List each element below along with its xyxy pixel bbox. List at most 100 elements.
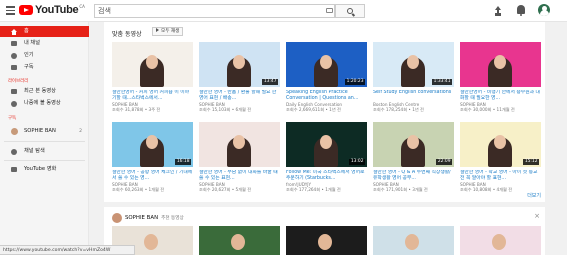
video-thumbnail[interactable]: 13:02: [286, 122, 367, 167]
play-all-label: 모두 재생: [161, 29, 180, 34]
video-meta: 조회수 30,000회 • 11개월 전: [460, 107, 515, 112]
thumbnail-face: [318, 234, 332, 250]
channel-section-subtitle: 추천 동영상: [161, 216, 184, 221]
play-icon: [156, 28, 159, 32]
search-button[interactable]: [335, 4, 365, 18]
section-title: 맞춤 동영상: [112, 31, 142, 38]
video-title[interactable]: Self Study English conversations: [373, 90, 454, 101]
video-thumbnail[interactable]: 16:18: [112, 122, 193, 167]
video-meta: 조회수 10,808회 • 4개월 전: [460, 187, 513, 192]
video-thumbnail[interactable]: 22:09: [373, 122, 454, 167]
video-duration: 13:02: [349, 159, 365, 165]
video-thumbnail[interactable]: [460, 226, 541, 255]
sidebar-item-watch-later[interactable]: 나중에 볼 동영상: [0, 98, 89, 109]
video-card[interactable]: 설만한영어 - 비행기 안에서 승무원과 대화할 때 필요한 영... SOPHI…: [460, 42, 541, 114]
more-link[interactable]: 더보기: [527, 192, 541, 199]
logo-text: YouTube: [35, 4, 79, 16]
video-title[interactable]: 설만한영어 - 커피 영어 커피숍 이 이야기할 때...스타벅스에서...: [112, 90, 193, 101]
video-title[interactable]: 설만한 영어 - 부담 없이 대화를 바꿀 때 쓸 수 있는 표현...: [199, 170, 280, 181]
keyboard-icon[interactable]: [326, 8, 333, 13]
video-title[interactable]: 설만한 영어 - 공항 영어 체크인 / 기내에서 쓸 수 있는 영...: [112, 170, 193, 181]
play-all-button[interactable]: 모두 재생: [152, 27, 184, 36]
browse-channels-icon: [11, 149, 17, 155]
thumbnail-face: [494, 135, 506, 149]
channel-avatar[interactable]: [112, 213, 122, 223]
video-title[interactable]: 설만한 영어 - Q & A 두번째 직장생활/유학생활 영어 공부...: [373, 170, 454, 181]
sidebar-item-movies[interactable]: YouTube 영화: [0, 164, 89, 175]
sidebar-section-library: 라이브러리: [8, 79, 29, 84]
video-card[interactable]: 16:18 설만한 영어 - 공항 영어 체크인 / 기내에서 쓸 수 있는 영.…: [112, 122, 193, 194]
channel-section: SOPHIE BAN 추천 동영상 ×: [104, 207, 545, 255]
video-duration: 22:09: [436, 159, 452, 165]
thumbnail-face: [231, 234, 245, 250]
video-meta: 조회수 60,263회 • 1개월 전: [112, 187, 165, 192]
video-title[interactable]: 설만한 영어 - 반품 / 환불 할때 필요 한 영어 표현 / 배송...: [199, 90, 280, 101]
video-title[interactable]: 설만한영어 - 비행기 안에서 승무원과 대화할 때 필요한 영...: [460, 90, 541, 101]
sidebar-item-count: 2: [79, 129, 82, 134]
bell-icon[interactable]: [517, 5, 525, 16]
youtube-logo[interactable]: YouTube CA: [19, 4, 85, 16]
video-title[interactable]: Follow Me: 미국 스타벅스에서 영어로 주문하기 (Starbucks…: [286, 170, 367, 181]
channel-icon: [11, 41, 17, 46]
video-card[interactable]: 1:20:23 Speaking English Practice Convers…: [286, 42, 367, 114]
thumbnail-face: [233, 135, 245, 149]
thumbnail-face: [405, 234, 419, 250]
sidebar-item-browse-channels[interactable]: 채널 탐색: [0, 146, 89, 157]
menu-icon[interactable]: [6, 6, 15, 15]
thumbnail-face: [320, 55, 332, 69]
close-icon[interactable]: ×: [534, 212, 540, 220]
sidebar-section-subscriptions: 구독: [8, 116, 17, 121]
thumbnail-face: [492, 234, 506, 250]
video-thumbnail[interactable]: [286, 226, 367, 255]
video-thumbnail[interactable]: [112, 42, 193, 87]
video-thumbnail[interactable]: [199, 122, 280, 167]
sidebar-item-trending[interactable]: 인기: [0, 50, 89, 61]
recommended-section: 맞춤 동영상 모두 재생 설만한영어 - 커피 영어 커피숍 이 이야기할 때.…: [104, 22, 545, 202]
video-duration: 1:33:41: [432, 79, 452, 85]
sidebar-item-history[interactable]: 최근 본 동영상: [0, 86, 89, 97]
thumbnail-face: [144, 234, 158, 250]
sidebar-item-label: 채널 탐색: [24, 148, 45, 154]
video-thumbnail[interactable]: [460, 42, 541, 87]
upload-icon[interactable]: [494, 6, 502, 15]
main-content: 맞춤 동영상 모두 재생 설만한영어 - 커피 영어 커피숍 이 이야기할 때.…: [104, 22, 545, 255]
video-title[interactable]: 설만한 영어 - 학교 영어 - 아이 첫 등교 전 꼭 알아야 할 표현...: [460, 170, 541, 181]
search-input[interactable]: 검색: [94, 4, 335, 18]
video-duration: 16:18: [175, 159, 191, 165]
sidebar-item-label: SOPHIE BAN: [24, 128, 56, 134]
video-thumbnail[interactable]: [199, 226, 280, 255]
thumbnail-face: [146, 135, 158, 149]
sidebar-item-home[interactable]: 홈: [0, 26, 89, 37]
video-card[interactable]: 15:12 설만한 영어 - 학교 영어 - 아이 첫 등교 전 꼭 알아야 할 …: [460, 122, 541, 194]
video-card[interactable]: 설만한 영어 - 부담 없이 대화를 바꿀 때 쓸 수 있는 표현... SOPH…: [199, 122, 280, 194]
sidebar-item-label: YouTube 영화: [24, 166, 57, 172]
channel-avatar: [11, 128, 18, 135]
video-thumbnail[interactable]: 1:20:23: [286, 42, 367, 87]
video-thumbnail[interactable]: 1:33:41: [373, 42, 454, 87]
video-card[interactable]: 13:47 설만한 영어 - 반품 / 환불 할때 필요 한 영어 표현 / 배송…: [199, 42, 280, 114]
sidebar-item-my-channel[interactable]: 내 채널: [0, 38, 89, 49]
sidebar-item-sophie-ban[interactable]: SOPHIE BAN 2: [0, 126, 89, 137]
video-card[interactable]: 13:02 Follow Me: 미국 스타벅스에서 영어로 주문하기 (Star…: [286, 122, 367, 194]
channel-name[interactable]: SOPHIE BAN: [125, 215, 158, 221]
video-meta: 조회수 15,103회 • 6개월 전: [199, 107, 252, 112]
avatar[interactable]: [538, 4, 550, 16]
sidebar-item-subscriptions[interactable]: 구독: [0, 62, 89, 73]
video-card[interactable]: 22:09 설만한 영어 - Q & A 두번째 직장생활/유학생활 영어 공부.…: [373, 122, 454, 194]
video-card[interactable]: 설만한영어 - 커피 영어 커피숍 이 이야기할 때...스타벅스에서... SO…: [112, 42, 193, 114]
video-thumbnail[interactable]: 13:47: [199, 42, 280, 87]
video-thumbnail[interactable]: 15:12: [460, 122, 541, 167]
video-meta: 조회수 20,627회 • 5개월 전: [199, 187, 252, 192]
sidebar: 홈 내 채널 인기 구독 라이브러리 최근 본 동영상 나중에 볼 동영상 구독…: [0, 22, 89, 255]
video-meta: 조회수 171,901회 • 3개월 전: [373, 187, 428, 192]
video-thumbnail[interactable]: [373, 226, 454, 255]
video-title[interactable]: Speaking English Practice Conversation |…: [286, 90, 367, 101]
thumbnail-face: [407, 55, 419, 69]
video-duration: 13:47: [262, 79, 278, 85]
thumbnail-face: [320, 135, 332, 149]
video-meta: 조회수 31,878회 • 3주 전: [112, 107, 161, 112]
video-duration: 1:20:23: [345, 79, 365, 85]
subscriptions-icon: [11, 65, 17, 70]
history-icon: [11, 89, 17, 94]
video-card[interactable]: 1:33:41 Self Study English conversations B…: [373, 42, 454, 114]
